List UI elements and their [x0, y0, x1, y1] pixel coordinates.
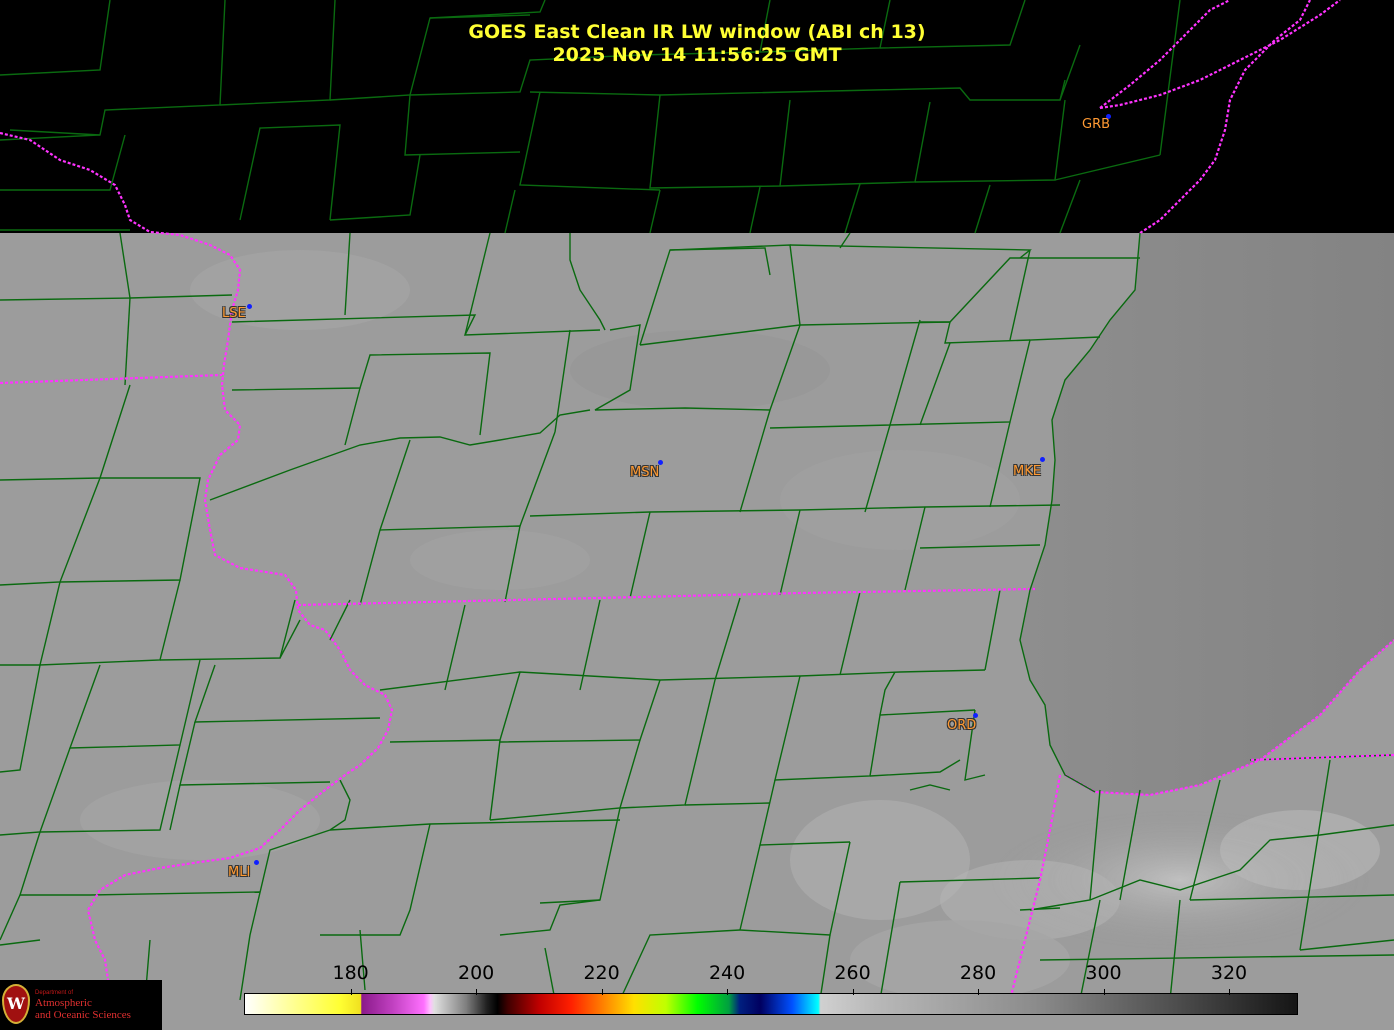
colorbar-tick-mark: [350, 989, 352, 995]
temperature-colorbar: [244, 993, 1298, 1015]
logo-line2: and Oceanic Sciences: [35, 1009, 131, 1021]
station-dot-mke: [1040, 457, 1045, 462]
station-dot-lse: [247, 304, 252, 309]
colorbar-tick-mark: [1103, 989, 1105, 995]
colorbar-tick-label: 240: [708, 962, 746, 984]
colorbar-tick-mark: [978, 989, 980, 995]
colorbar-tick-label: 280: [959, 962, 997, 984]
colorbar-tick-label: 220: [583, 962, 620, 984]
station-label-mke: MKE: [1013, 464, 1041, 479]
colorbar-tick-mark: [601, 989, 603, 995]
colorbar-tick-label: 200: [457, 962, 495, 984]
logo-line1: Atmospheric: [35, 997, 92, 1009]
station-label-lse: LSE: [222, 306, 246, 321]
colorbar-tick-label: 300: [1085, 962, 1122, 984]
colorbar-tick-mark: [476, 989, 478, 995]
colorbar-tick-mark: [727, 989, 729, 995]
station-dot-mli: [254, 860, 259, 865]
uw-seal-icon: W: [2, 984, 30, 1024]
colorbar-tick-mark: [1228, 989, 1230, 995]
station-label-mli: MLI: [228, 865, 251, 880]
colorbar-tick-mark: [852, 989, 854, 995]
image-title: GOES East Clean IR LW window (ABI ch 13): [468, 21, 926, 43]
colorbar-tick-label: 320: [1210, 962, 1248, 984]
station-label-grb: GRB: [1082, 117, 1111, 132]
station-label-ord: ORD: [947, 718, 977, 733]
satellite-map: [0, 0, 1394, 1030]
station-label-msn: MSN: [630, 465, 660, 480]
aos-logo: W Department of Atmospheric and Oceanic …: [0, 980, 162, 1030]
colorbar-tick-label: 180: [332, 962, 369, 984]
image-timestamp: 2025 Nov 14 11:56:25 GMT: [552, 44, 842, 66]
logo-dept: Department of: [35, 990, 74, 996]
colorbar-tick-label: 260: [834, 962, 871, 984]
